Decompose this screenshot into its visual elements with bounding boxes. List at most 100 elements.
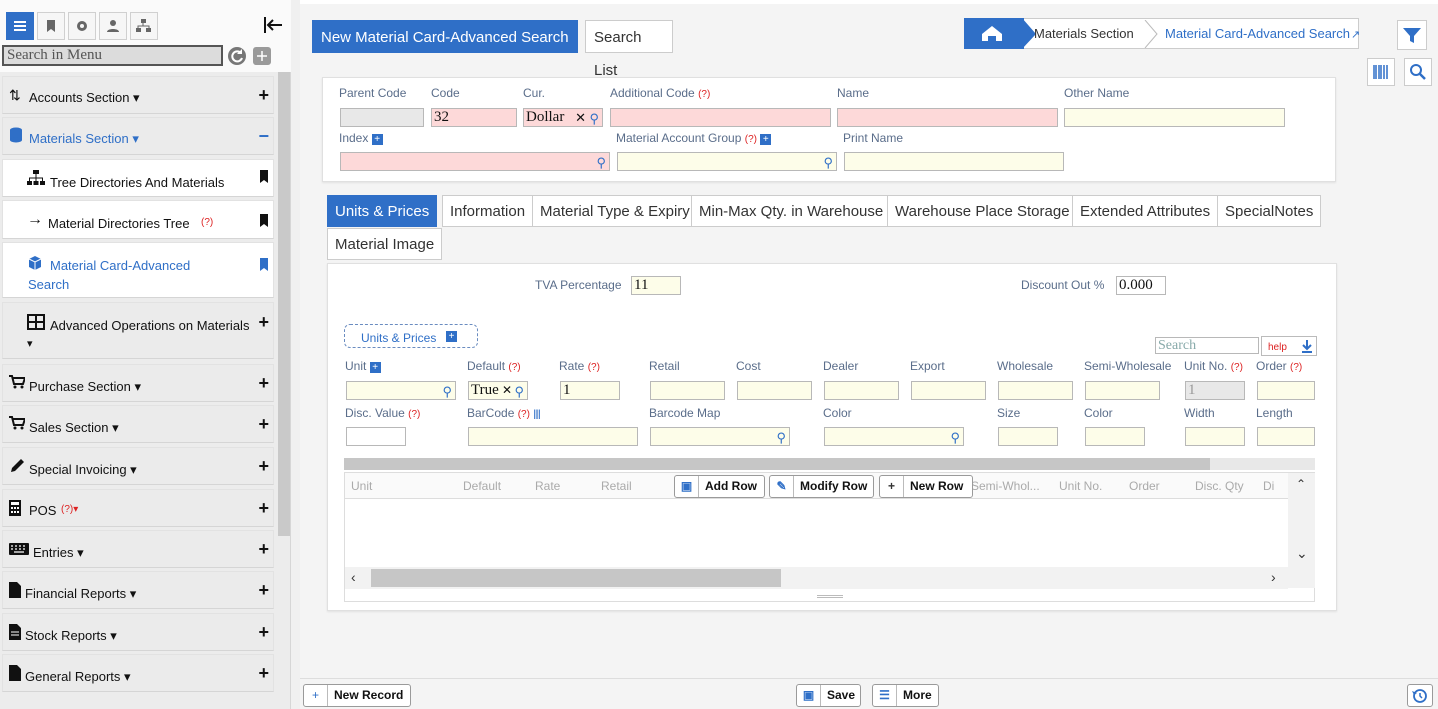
barcode-icon[interactable] — [1367, 58, 1395, 86]
tab-search-list[interactable]: Search List — [585, 20, 673, 79]
save-button[interactable]: ▣ Save — [796, 684, 861, 707]
help-button[interactable]: help — [1261, 336, 1317, 356]
search-icon[interactable] — [1404, 58, 1432, 86]
refresh-icon[interactable] — [228, 47, 246, 65]
chevron-left-icon[interactable]: ‹ — [351, 569, 356, 585]
export-input[interactable] — [911, 381, 986, 400]
grid-vscroll[interactable]: ⌃ ⌄ — [1288, 473, 1315, 588]
more-button[interactable]: ☰ More — [872, 684, 939, 707]
breadcrumb-current[interactable]: Material Card-Advanced Search — [1165, 18, 1350, 49]
sidebar-item-sales[interactable]: Sales Section ▾ + — [2, 405, 274, 443]
bookmark-icon[interactable] — [259, 211, 269, 232]
sidebar-item-special-invoicing[interactable]: Special Invoicing ▾ + — [2, 447, 274, 485]
expand-icon[interactable]: + — [258, 414, 269, 435]
sidebar-item-advanced-operations[interactable]: Advanced Operations on Materials ▾ + — [2, 302, 274, 359]
breadcrumb-section[interactable]: Materials Section — [1034, 18, 1134, 49]
tva-input[interactable]: 11 — [631, 276, 681, 295]
expand-icon[interactable]: + — [258, 312, 269, 333]
tab-extended-attributes[interactable]: Extended Attributes — [1072, 195, 1219, 227]
tab-new-material-card[interactable]: New Material Card-Advanced Search — [312, 20, 578, 53]
grid-hscroll-thumb[interactable] — [371, 569, 781, 587]
sidebar-item-material-directories-tree[interactable]: → Material Directories Tree (?) — [2, 200, 274, 239]
gear-icon[interactable] — [68, 12, 96, 40]
tab-special-notes[interactable]: SpecialNotes — [1217, 195, 1322, 227]
search-icon[interactable]: ⚲ — [589, 110, 599, 127]
sitemap-settings-icon[interactable] — [130, 12, 158, 40]
length-input[interactable] — [1257, 427, 1315, 446]
history-icon[interactable] — [1407, 684, 1433, 707]
cost-input[interactable] — [737, 381, 812, 400]
additional-code-input[interactable] — [610, 108, 831, 127]
code-input[interactable]: 32 — [431, 108, 517, 127]
tab-information[interactable]: Information — [442, 195, 534, 227]
sidebar-item-stock-reports[interactable]: Stock Reports ▾ + — [2, 613, 274, 651]
expand-collapse-icon[interactable] — [253, 47, 271, 65]
barcode-map-input[interactable]: ⚲ — [650, 427, 790, 446]
search-icon[interactable]: ⚲ — [596, 154, 606, 171]
bookmark-icon[interactable] — [37, 12, 65, 40]
search-icon[interactable]: ⚲ — [442, 383, 452, 400]
other-name-input[interactable] — [1064, 108, 1285, 127]
currency-select[interactable]: Dollar ✕ ⚲ — [523, 108, 603, 127]
print-name-input[interactable] — [844, 152, 1064, 171]
add-icon[interactable]: + — [446, 331, 457, 342]
grid-col-order[interactable]: Order — [1129, 479, 1160, 493]
rate-input[interactable]: 1 — [560, 381, 620, 400]
form-scroll-thumb[interactable] — [344, 458, 1210, 470]
expand-icon[interactable]: + — [258, 622, 269, 643]
tab-material-type-expiry[interactable]: Material Type & Expiry — [532, 195, 698, 227]
expand-icon[interactable]: + — [258, 539, 269, 560]
dealer-input[interactable] — [824, 381, 899, 400]
sidebar-item-financial-reports[interactable]: Financial Reports ▾ + — [2, 571, 274, 609]
grid-col-di[interactable]: Di — [1263, 479, 1274, 493]
material-account-group-input[interactable]: ⚲ — [617, 152, 837, 171]
sidebar-item-general-reports[interactable]: General Reports ▾ + — [2, 654, 274, 692]
tab-min-max-qty[interactable]: Min-Max Qty. in Warehouse — [691, 195, 892, 227]
barcode-input[interactable] — [468, 427, 638, 446]
modify-row-button[interactable]: ✎ Modify Row — [769, 475, 874, 498]
wholesale-input[interactable] — [998, 381, 1073, 400]
collapse-sidebar-icon[interactable] — [262, 14, 286, 38]
sidebar-item-materials[interactable]: Materials Section ▾ − — [2, 117, 274, 155]
order-input[interactable] — [1257, 381, 1315, 400]
size-input[interactable] — [998, 427, 1058, 446]
clear-icon[interactable]: ✕ — [575, 109, 586, 126]
breadcrumb-home[interactable] — [964, 18, 1024, 49]
clear-icon[interactable]: ✕ — [502, 382, 512, 399]
external-link-icon[interactable]: ↗ — [1351, 28, 1360, 41]
grid-search-input[interactable]: Search — [1155, 337, 1259, 354]
menu-icon[interactable] — [6, 12, 34, 40]
grid-col-disc-qty[interactable]: Disc. Qty — [1195, 479, 1244, 493]
filter-icon[interactable] — [1397, 20, 1427, 50]
search-icon[interactable]: ⚲ — [950, 429, 960, 446]
retail-input[interactable] — [650, 381, 725, 400]
grid-col-unit-no[interactable]: Unit No. — [1059, 479, 1102, 493]
sidebar-item-accounts[interactable]: ⇅ Accounts Section ▾ + — [2, 76, 274, 114]
search-icon[interactable]: ⚲ — [776, 429, 786, 446]
sidebar-scrollbar[interactable] — [278, 72, 290, 536]
parent-code-input[interactable] — [340, 108, 424, 127]
grid-col-semi-wholesale[interactable]: Semi-Whol... — [971, 479, 1040, 493]
barcode-icon[interactable]: |||| — [533, 409, 540, 420]
tab-units-prices[interactable]: Units & Prices — [327, 195, 438, 227]
default-select[interactable]: True ✕ ⚲ — [468, 381, 528, 400]
menu-search-input[interactable]: Search in Menu — [2, 45, 223, 66]
expand-icon[interactable]: + — [258, 663, 269, 684]
sidebar-item-pos[interactable]: POS (?)▾ + — [2, 489, 274, 527]
grid-col-default[interactable]: Default — [463, 479, 501, 493]
expand-icon[interactable]: + — [258, 85, 269, 106]
expand-icon[interactable]: + — [258, 456, 269, 477]
color2-input[interactable] — [1085, 427, 1145, 446]
add-icon[interactable]: + — [760, 134, 772, 145]
collapse-icon[interactable]: − — [258, 126, 269, 147]
width-input[interactable] — [1185, 427, 1245, 446]
new-row-button[interactable]: + New Row — [879, 475, 973, 498]
sidebar-item-tree-directories[interactable]: Tree Directories And Materials — [2, 159, 274, 197]
user-icon[interactable] — [99, 12, 127, 40]
index-input[interactable]: ⚲ — [340, 152, 610, 171]
disc-value-input[interactable] — [346, 427, 406, 446]
name-input[interactable] — [837, 108, 1058, 127]
grid-col-rate[interactable]: Rate — [535, 479, 560, 493]
grid-col-unit[interactable]: Unit — [351, 479, 372, 493]
new-record-button[interactable]: + New Record — [303, 684, 411, 707]
